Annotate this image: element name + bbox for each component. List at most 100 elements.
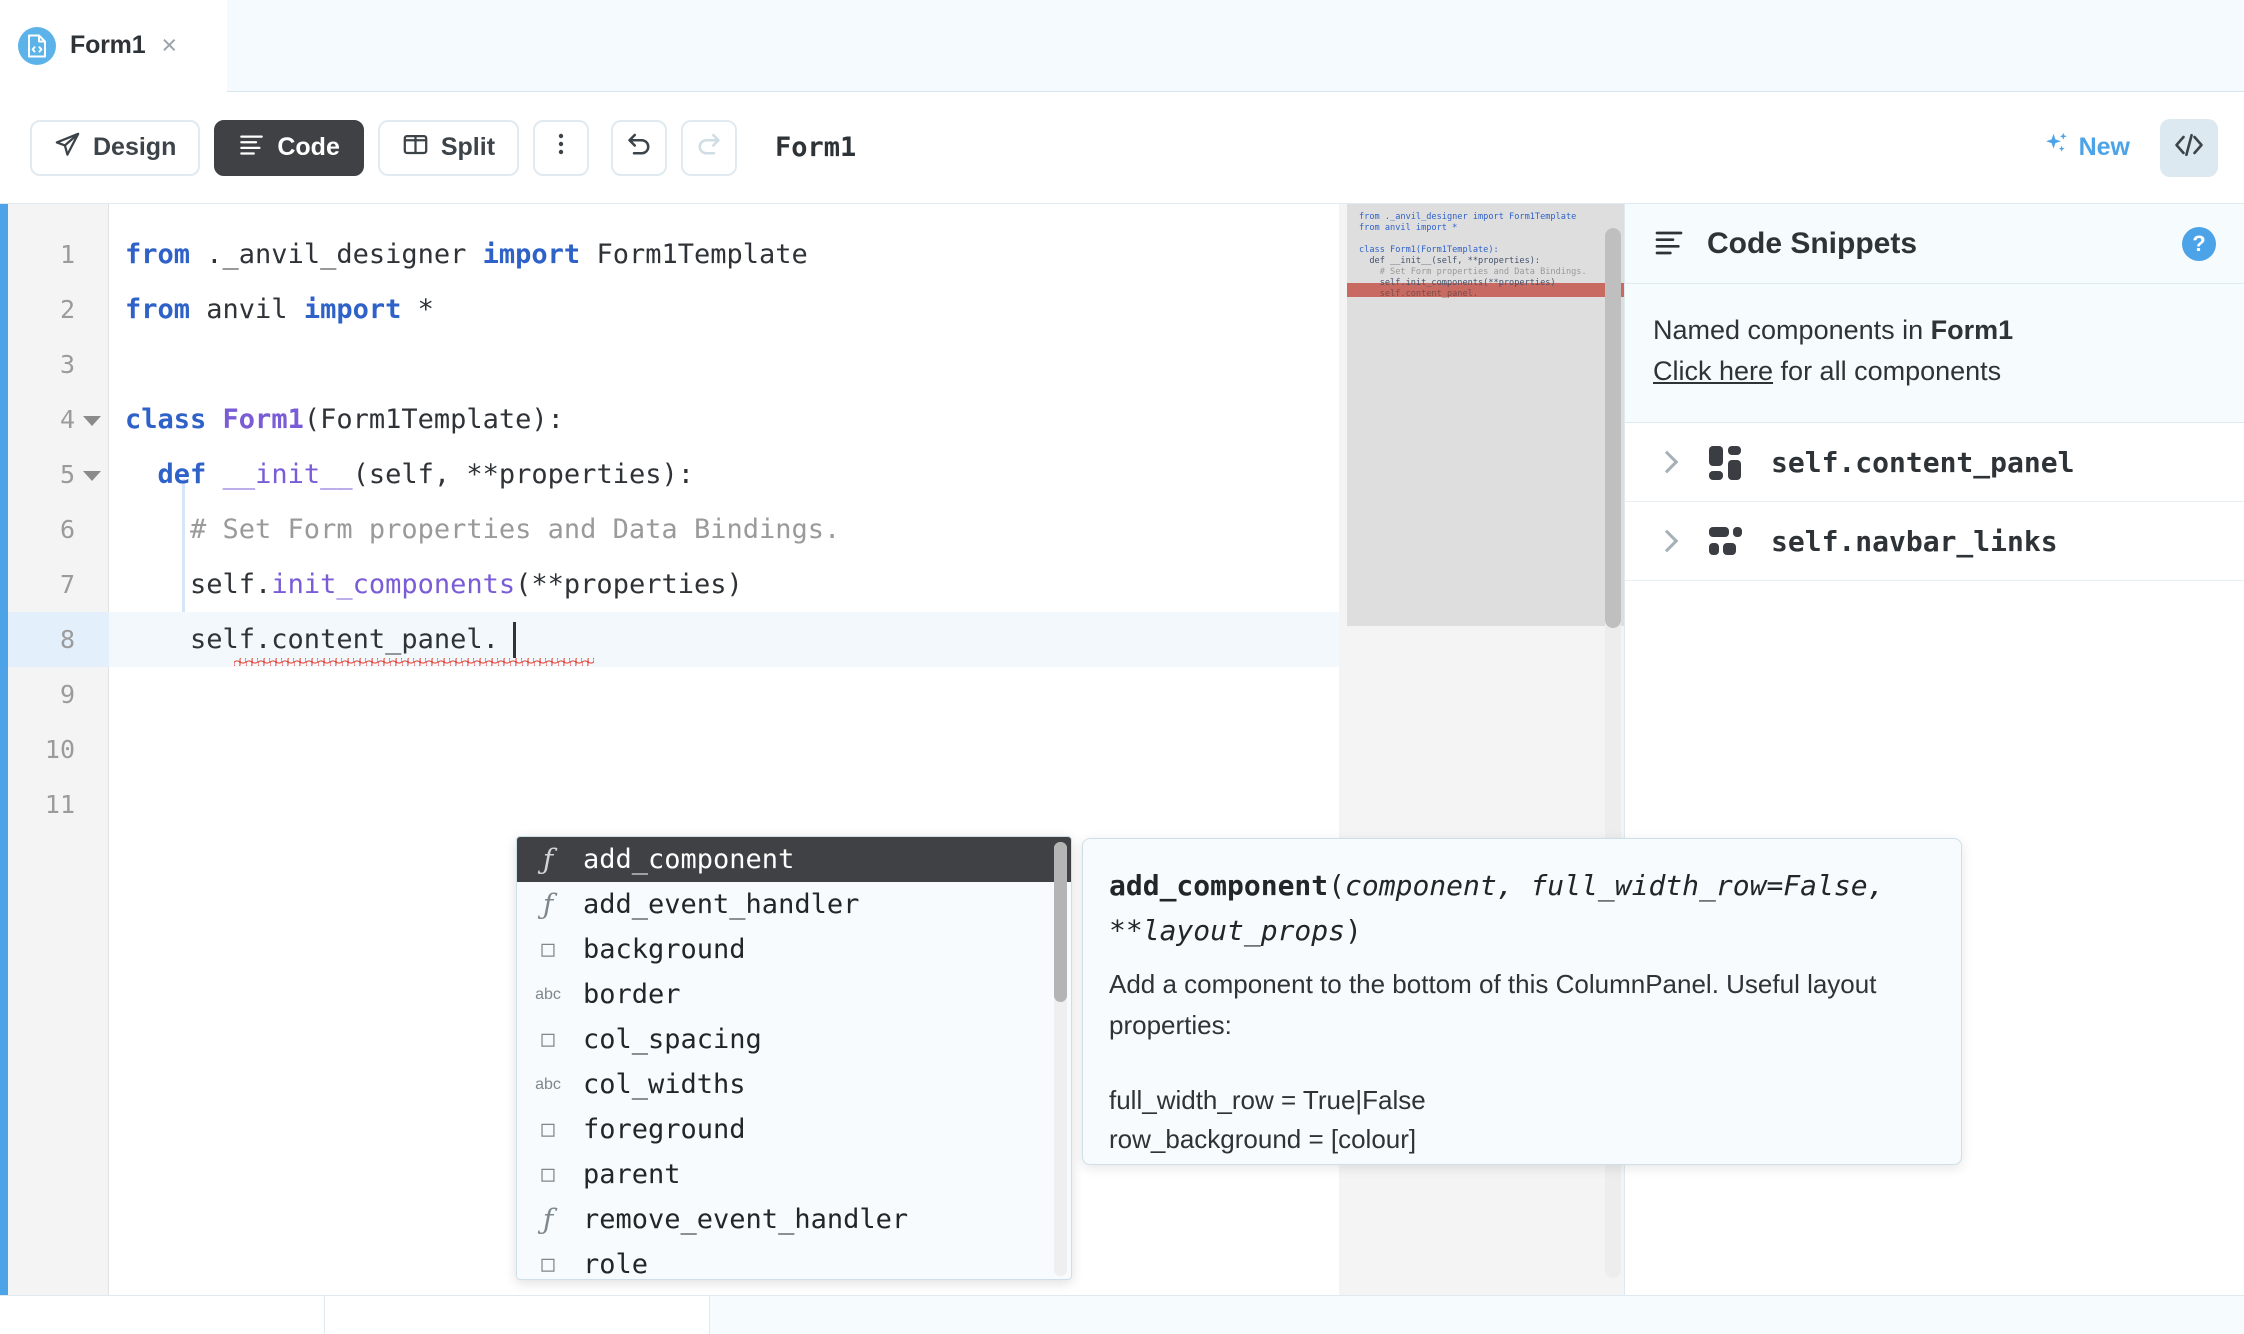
autocomplete-item-border[interactable]: abc border (517, 972, 1071, 1017)
code-line-7[interactable]: self.init_components(**properties) (109, 557, 1339, 612)
click-here-link[interactable]: Click here (1653, 356, 1773, 386)
code-line-11[interactable] (109, 777, 1339, 832)
list-icon[interactable] (1653, 225, 1685, 262)
chevron-right-icon[interactable] (1655, 450, 1679, 474)
split-button-label: Split (440, 133, 496, 161)
gutter-line-6[interactable]: 6 (8, 502, 109, 557)
line-number: 7 (59, 570, 75, 599)
help-icon[interactable]: ? (2182, 226, 2216, 261)
code-snippets-title: Code Snippets (1707, 226, 1918, 260)
snippet-item-navbar-links[interactable]: self.navbar_links (1625, 502, 2244, 580)
design-button[interactable]: Design (30, 119, 201, 176)
line-number: 3 (59, 350, 75, 379)
line-number: 10 (44, 735, 75, 764)
gutter-line-3[interactable]: 3 (8, 337, 109, 392)
lines-icon (238, 131, 265, 165)
editor-toolbar: Design Code Split Form1 New (0, 92, 2244, 204)
column-panel-icon (1703, 440, 1747, 484)
gutter-line-5[interactable]: 5 (8, 447, 109, 502)
autocomplete-item-label: col_spacing (583, 1024, 762, 1055)
autocomplete-kind-box-icon: □ (541, 937, 555, 962)
editor-scrollbar-thumb[interactable] (1605, 228, 1621, 628)
line-number: 9 (59, 680, 75, 709)
line-number: 1 (59, 240, 75, 269)
split-button[interactable]: Split (377, 119, 520, 176)
gutter-line-7[interactable]: 7 (8, 557, 109, 612)
undo-button[interactable] (611, 119, 668, 176)
gutter-line-1[interactable]: 1 (8, 227, 109, 282)
code-button[interactable]: Code (214, 119, 364, 176)
code-token: * (401, 294, 434, 325)
autocomplete-item-background[interactable]: □ background (517, 927, 1071, 972)
gutter-line-8[interactable]: 8 (8, 612, 109, 667)
autocomplete-kind-box-icon: □ (541, 1027, 555, 1052)
paper-plane-icon (54, 131, 81, 165)
minimap-line-2: from anvil import * (1359, 223, 1458, 233)
intro-form-name: Form1 (1930, 315, 2014, 345)
code-token: (**properties) (515, 569, 743, 600)
autocomplete-item-label: background (583, 934, 746, 965)
doc-paren-open: ( (1328, 869, 1346, 902)
tab-bar: Form1 × (0, 0, 2244, 92)
autocomplete-item-label: remove_event_handler (583, 1204, 909, 1235)
code-token: class (125, 404, 207, 435)
status-bar (0, 1295, 2244, 1334)
autocomplete-item-remove-event-handler[interactable]: ƒ remove_event_handler (517, 1197, 1071, 1242)
design-button-label: Design (93, 133, 177, 161)
code-token: ._anvil_designer (190, 239, 483, 270)
code-line-2[interactable]: from anvil import * (109, 282, 1339, 337)
more-options-button[interactable] (533, 119, 590, 176)
fold-triangle-icon[interactable] (83, 470, 101, 481)
code-token: def (157, 459, 207, 490)
fold-triangle-icon[interactable] (83, 415, 101, 426)
gutter-line-4[interactable]: 4 (8, 392, 109, 447)
autocomplete-kind-fn-icon: ƒ (542, 1203, 554, 1236)
autocomplete-popup[interactable]: ƒ add_component ƒ add_event_handler □ backgro… (516, 836, 1072, 1280)
tab-label: Form1 (70, 31, 146, 59)
gutter-line-9[interactable]: 9 (8, 667, 109, 722)
tab-form1[interactable]: Form1 × (0, 0, 227, 92)
chevron-right-icon[interactable] (1655, 529, 1679, 553)
autocomplete-item-col-widths[interactable]: abc col_widths (517, 1062, 1071, 1107)
code-snippets-intro: Named components in Form1 Click here for… (1625, 284, 2244, 424)
line-number: 2 (59, 295, 75, 324)
autocomplete-item-add-event-handler[interactable]: ƒ add_event_handler (517, 882, 1071, 927)
code-line-10[interactable] (109, 722, 1339, 777)
autocomplete-item-role[interactable]: □ role (517, 1242, 1071, 1279)
tab-bar-empty-area (226, 0, 2244, 91)
split-panel-icon (402, 131, 429, 165)
autocomplete-item-col-spacing[interactable]: □ col_spacing (517, 1017, 1071, 1062)
code-line-5[interactable]: def __init__(self, **properties): (109, 447, 1339, 502)
all-components-line: Click here for all components (1653, 351, 2216, 392)
line-number: 4 (59, 405, 75, 434)
gutter-line-2[interactable]: 2 (8, 282, 109, 337)
autocomplete-item-parent[interactable]: □ parent (517, 1152, 1071, 1197)
line-number: 8 (59, 625, 75, 654)
autocomplete-item-add-component[interactable]: ƒ add_component (517, 837, 1071, 882)
code-line-3[interactable] (109, 337, 1339, 392)
gutter-line-11[interactable]: 11 (8, 777, 109, 832)
code-line-4[interactable]: class Form1(Form1Template): (109, 392, 1339, 447)
code-line-9[interactable] (109, 667, 1339, 722)
editor-accent-strip (0, 204, 8, 1295)
autocomplete-kind-box-icon: □ (541, 1252, 555, 1277)
code-view-toggle-button[interactable] (2160, 118, 2218, 177)
sparkle-icon (2043, 130, 2071, 165)
code-line-6[interactable]: # Set Form properties and Data Bindings. (109, 502, 1339, 557)
doc-signature: add_component(component, full_width_row=… (1109, 863, 1935, 954)
code-token: __init__ (222, 459, 353, 490)
code-line-1[interactable]: from ._anvil_designer import Form1Templa… (109, 227, 1339, 282)
autocomplete-item-foreground[interactable]: □ foreground (517, 1107, 1071, 1152)
snippet-item-content-panel[interactable]: self.content_panel (1625, 423, 2244, 501)
line-number: 6 (59, 515, 75, 544)
redo-button[interactable] (681, 119, 738, 176)
new-button[interactable]: New (2033, 124, 2140, 171)
gutter-line-10[interactable]: 10 (8, 722, 109, 777)
code-token: import (482, 239, 581, 270)
autocomplete-kind-fn-icon: ƒ (542, 843, 554, 876)
close-icon[interactable]: × (161, 32, 177, 59)
code-token: anvil (190, 294, 304, 325)
autocomplete-scrollbar-thumb[interactable] (1054, 842, 1067, 1002)
